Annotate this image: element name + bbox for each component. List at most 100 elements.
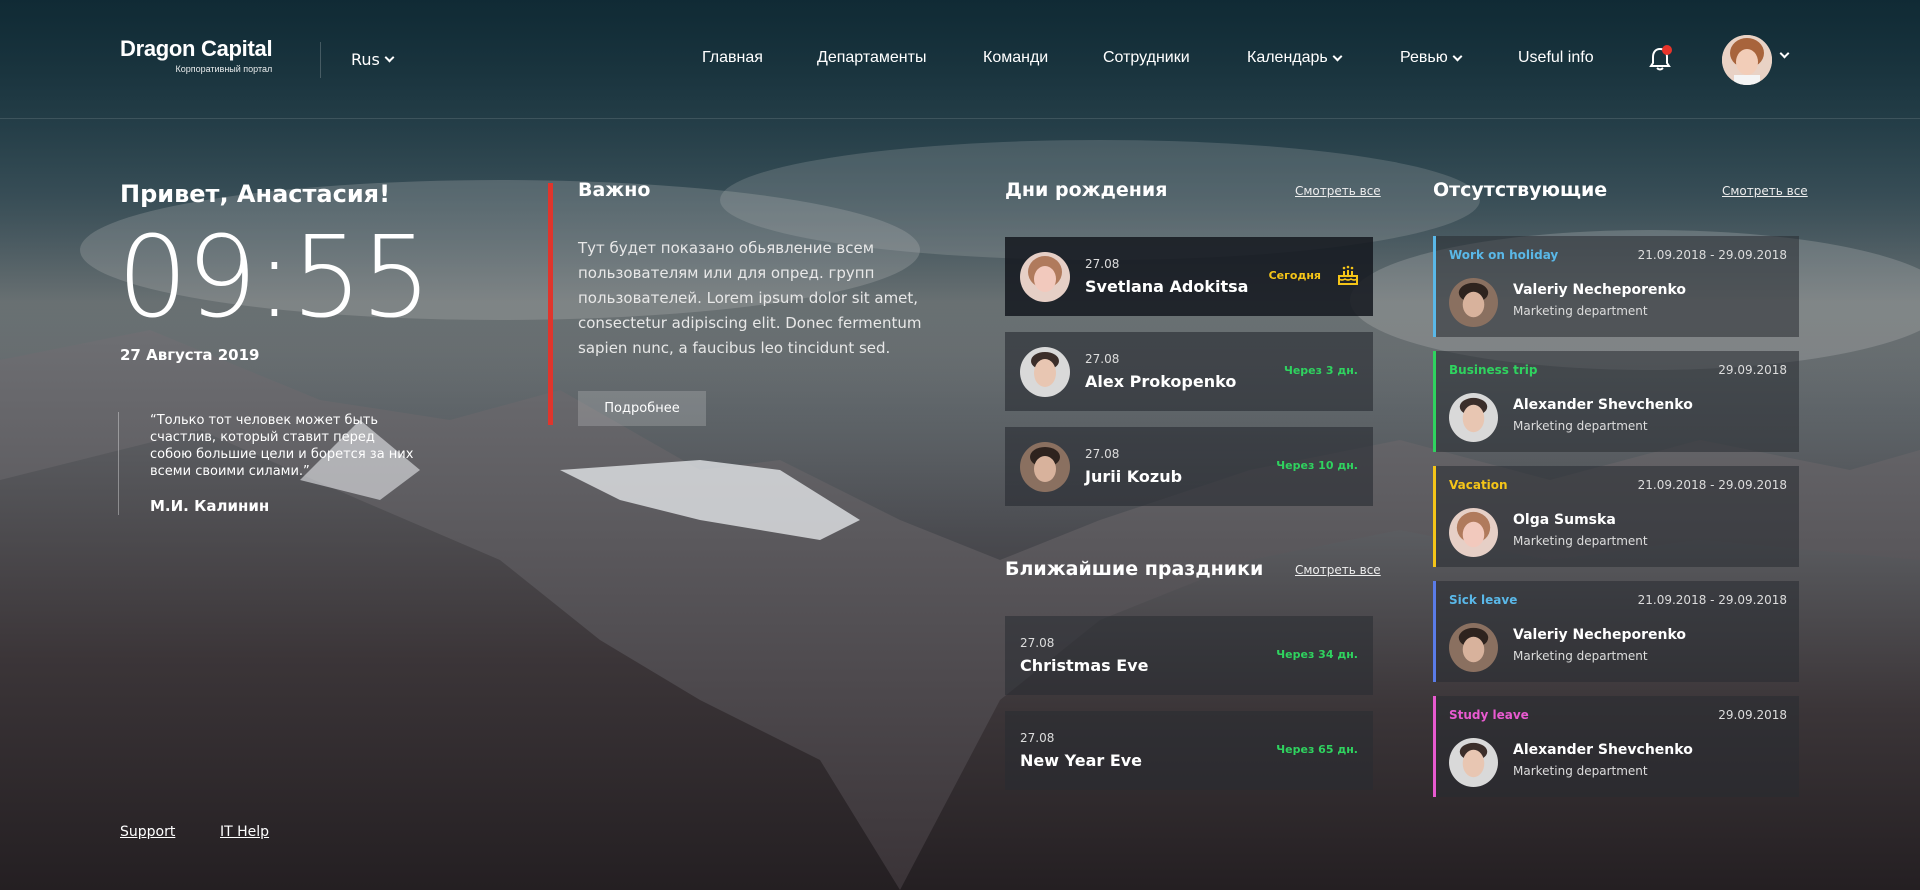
nav-item-calendar[interactable]: Календарь — [1247, 49, 1343, 67]
absent-title: Отсутствующие — [1433, 179, 1608, 201]
absence-dates: 29.09.2018 — [1718, 363, 1787, 377]
absence-type: Vacation — [1449, 478, 1508, 492]
birthday-name: Jurii Kozub — [1085, 467, 1183, 486]
birthdays-see-all-link[interactable]: Смотреть все — [1295, 184, 1381, 198]
absence-dates: 21.09.2018 - 29.09.2018 — [1637, 248, 1787, 262]
absence-type-stripe — [1433, 466, 1436, 567]
holiday-status: Через 65 дн. — [1276, 743, 1358, 756]
nav-label: Главная — [702, 49, 763, 66]
clock-time: 09:55 — [117, 213, 432, 343]
birthday-card[interactable]: 27.08 Jurii Kozub Через 10 дн. — [1005, 427, 1373, 506]
holiday-date: 27.08 — [1020, 731, 1055, 745]
chevron-down-icon — [1452, 51, 1463, 61]
holiday-name: New Year Eve — [1020, 751, 1143, 770]
avatar — [1449, 278, 1498, 327]
avatar — [1020, 347, 1070, 397]
absence-type-stripe — [1433, 581, 1436, 682]
nav-item-teams[interactable]: Команди — [983, 49, 1048, 67]
absence-card[interactable]: Study leave 29.09.2018 Alexander Shevche… — [1433, 696, 1799, 797]
absence-card[interactable]: Work on holiday 21.09.2018 - 29.09.2018 … — [1433, 236, 1799, 337]
language-selector[interactable]: Rus — [351, 50, 395, 69]
important-accent-bar — [548, 183, 553, 425]
logo-text: Dragon Capital — [120, 36, 273, 61]
cake-icon — [1338, 265, 1358, 285]
birthday-card[interactable]: 27.08 Svetlana Adokitsa Сегодня — [1005, 237, 1373, 316]
absence-name: Alexander Shevchenko — [1513, 397, 1693, 413]
birthday-name: Svetlana Adokitsa — [1085, 277, 1249, 296]
header-divider — [320, 42, 321, 78]
avatar — [1449, 738, 1498, 787]
absence-dates: 21.09.2018 - 29.09.2018 — [1637, 478, 1787, 492]
quote-author: М.И. Калинин — [150, 497, 270, 515]
nav-label: Календарь — [1247, 49, 1328, 66]
nav-label: Ревью — [1400, 49, 1448, 66]
birthday-date: 27.08 — [1085, 257, 1120, 271]
absent-see-all-link[interactable]: Смотреть все — [1722, 184, 1808, 198]
nav-item-employees[interactable]: Сотрудники — [1103, 49, 1190, 67]
important-title: Важно — [578, 179, 651, 201]
absence-card[interactable]: Business trip 29.09.2018 Alexander Shevc… — [1433, 351, 1799, 452]
more-details-button[interactable]: Подробнее — [578, 391, 706, 426]
user-avatar[interactable] — [1722, 35, 1772, 85]
absence-department: Marketing department — [1513, 304, 1648, 318]
holiday-name: Christmas Eve — [1020, 656, 1149, 675]
nav-label: Useful info — [1518, 49, 1594, 66]
nav-item-useful-info[interactable]: Useful info — [1518, 49, 1594, 67]
nav-label: Департаменты — [817, 49, 927, 66]
birthday-card[interactable]: 27.08 Alex Prokopenko Через 3 дн. — [1005, 332, 1373, 411]
important-text: Тут будет показано обьявление всем польз… — [578, 239, 922, 357]
birthday-status: Сегодня — [1268, 269, 1321, 282]
absence-department: Marketing department — [1513, 764, 1648, 778]
birthday-name: Alex Prokopenko — [1085, 372, 1237, 391]
absence-dates: 29.09.2018 — [1718, 708, 1787, 722]
absence-name: Alexander Shevchenko — [1513, 742, 1693, 758]
nav-item-home[interactable]: Главная — [702, 49, 763, 67]
holiday-date: 27.08 — [1020, 636, 1055, 650]
logo-subtitle: Корпоративный портал — [175, 64, 273, 74]
language-label: Rus — [351, 50, 380, 69]
absence-name: Olga Sumska — [1513, 512, 1616, 528]
top-navigation-bar: Dragon Capital Корпоративный портал Rus … — [0, 0, 1920, 119]
user-avatar-image — [1722, 35, 1772, 85]
absence-department: Marketing department — [1513, 649, 1648, 663]
holiday-card[interactable]: 27.08 Christmas Eve Через 34 дн. — [1005, 616, 1373, 695]
absence-type-stripe — [1433, 236, 1436, 337]
nav-item-departments[interactable]: Департаменты — [817, 49, 926, 67]
absence-type: Study leave — [1449, 708, 1529, 722]
holidays-see-all-link[interactable]: Смотреть все — [1295, 563, 1381, 577]
absence-name: Valeriy Necheporenko — [1513, 282, 1687, 298]
nav-label: Сотрудники — [1103, 49, 1190, 66]
absence-card[interactable]: Vacation 21.09.2018 - 29.09.2018 Olga Su… — [1433, 466, 1799, 567]
absence-dates: 21.09.2018 - 29.09.2018 — [1637, 593, 1787, 607]
holiday-card[interactable]: 27.08 New Year Eve Через 65 дн. — [1005, 711, 1373, 790]
absence-department: Marketing department — [1513, 534, 1648, 548]
avatar — [1020, 252, 1070, 302]
absence-type-stripe — [1433, 696, 1436, 797]
chevron-down-icon[interactable] — [1779, 48, 1790, 59]
greeting-heading: Привет, Анастасия! — [120, 180, 391, 208]
avatar — [1449, 393, 1498, 442]
notification-dot — [1662, 45, 1672, 55]
nav-item-review[interactable]: Ревью — [1400, 49, 1463, 67]
absence-department: Marketing department — [1513, 419, 1648, 433]
support-link[interactable]: Support — [120, 824, 175, 840]
absence-name: Valeriy Necheporenko — [1513, 627, 1687, 643]
absence-card[interactable]: Sick leave 21.09.2018 - 29.09.2018 Valer… — [1433, 581, 1799, 682]
current-date: 27 Августа 2019 — [120, 346, 260, 364]
chevron-down-icon — [384, 52, 395, 63]
birthday-date: 27.08 — [1085, 352, 1120, 366]
chevron-down-icon — [1332, 51, 1343, 61]
quote-text: “Только тот человек может быть счастлив,… — [150, 413, 414, 479]
it-help-link[interactable]: IT Help — [220, 824, 269, 840]
holiday-status: Через 34 дн. — [1276, 648, 1358, 661]
birthday-status: Через 3 дн. — [1283, 364, 1358, 377]
absence-type: Sick leave — [1449, 593, 1518, 607]
quote-block: “Только тот человек может быть счастлив,… — [118, 412, 438, 515]
avatar — [1449, 623, 1498, 672]
birthday-date: 27.08 — [1085, 447, 1120, 461]
dragon-capital-logo[interactable]: Dragon Capital Корпоративный портал — [120, 36, 273, 74]
absence-type-stripe — [1433, 351, 1436, 452]
birthdays-title: Дни рождения — [1005, 179, 1168, 201]
birthday-status: Через 10 дн. — [1276, 459, 1358, 472]
absence-type: Business trip — [1449, 363, 1538, 377]
